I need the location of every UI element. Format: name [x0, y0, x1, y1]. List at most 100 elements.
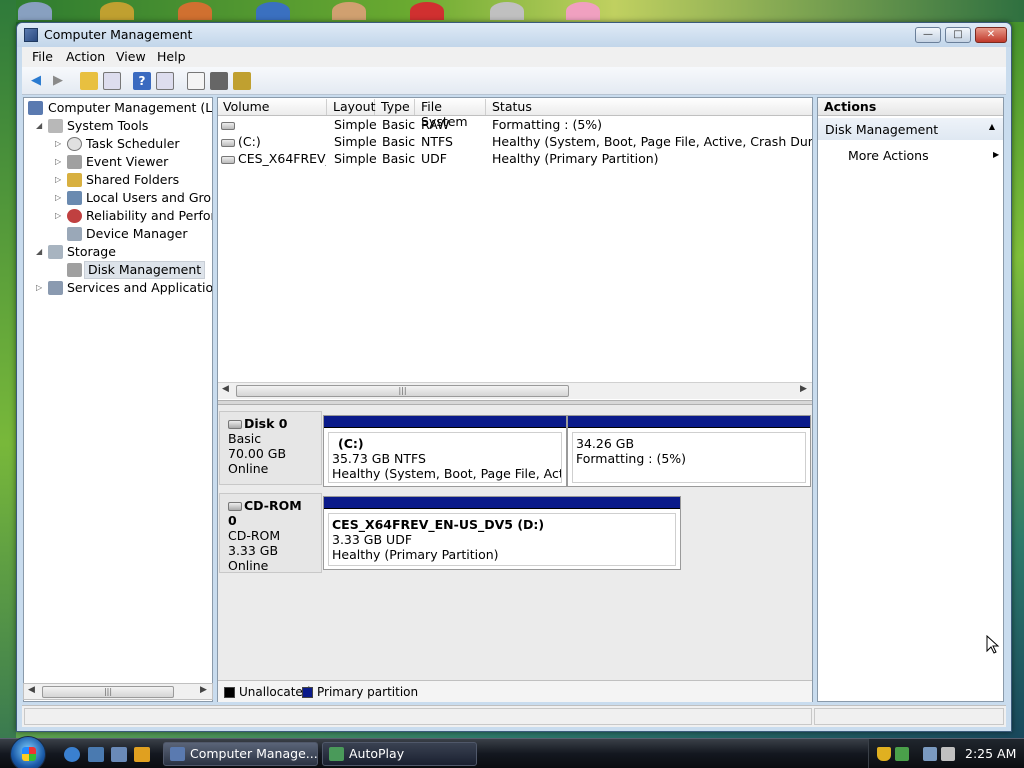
scroll-right-icon[interactable]: ▶ [800, 384, 807, 394]
taskbar-button-autoplay[interactable]: AutoPlay [322, 742, 477, 766]
help-icon[interactable]: ? [133, 72, 151, 90]
primary-partition-bar [324, 497, 680, 509]
computer-management-icon [170, 747, 185, 761]
device-manager-icon [67, 227, 82, 241]
desktop-icon[interactable] [178, 2, 212, 20]
event-viewer-icon [67, 155, 82, 169]
actions-header: Actions [818, 98, 1003, 116]
close-button[interactable]: ✕ [975, 27, 1007, 43]
desktop-icon[interactable] [100, 2, 134, 20]
unallocated-swatch [224, 687, 235, 698]
tree-horizontal-scrollbar[interactable]: ◀ ||| ▶ [23, 683, 213, 700]
expand-icon[interactable]: ▷ [36, 279, 45, 297]
primary-partition-bar [568, 416, 810, 428]
collapse-icon[interactable]: ◢ [36, 117, 45, 135]
network-icon[interactable] [923, 747, 937, 761]
primary-partition-swatch [302, 687, 313, 698]
shared-folders-icon [67, 173, 82, 187]
switch-windows-icon[interactable] [111, 747, 127, 762]
partition-c[interactable]: (C:) 35.73 GB NTFS Healthy (System, Boot… [323, 415, 567, 487]
show-hide-action-pane-icon[interactable] [156, 72, 174, 90]
security-shield-icon[interactable] [877, 747, 891, 761]
desktop-icon[interactable] [18, 2, 52, 20]
storage-icon [48, 245, 63, 259]
desktop-icon[interactable] [410, 2, 444, 20]
forward-icon[interactable]: ▶ [49, 72, 67, 90]
partition-formatting[interactable]: 34.26 GB Formatting : (5%) [567, 415, 811, 487]
expand-icon[interactable]: ▷ [55, 153, 64, 171]
menu-action[interactable]: Action [66, 49, 105, 64]
show-desktop-icon[interactable] [88, 747, 104, 762]
scroll-thumb[interactable]: ||| [42, 686, 174, 698]
collapse-icon[interactable]: ◢ [36, 243, 45, 261]
status-bar [22, 705, 1006, 727]
submenu-arrow-icon: ▶ [993, 150, 1000, 159]
more-actions-link[interactable]: More Actions [848, 148, 929, 163]
computer-management-window: Computer Management — □ ✕ File Action Vi… [16, 22, 1012, 732]
expand-icon[interactable]: ▷ [55, 189, 64, 207]
menu-help[interactable]: Help [157, 49, 186, 64]
system-tools-icon [48, 119, 63, 133]
up-folder-icon[interactable] [80, 72, 98, 90]
internet-explorer-icon[interactable] [64, 747, 80, 762]
back-icon[interactable]: ◀ [27, 72, 45, 90]
desktop-icon[interactable] [256, 2, 290, 20]
start-button[interactable] [10, 736, 46, 768]
export-list-icon[interactable] [233, 72, 251, 90]
volume-row[interactable]: (C:) Simple Basic NTFS Healthy (System, … [218, 134, 812, 151]
scroll-right-icon[interactable]: ▶ [200, 685, 207, 695]
cd-drive-icon [228, 502, 242, 511]
desktop-icon[interactable] [566, 2, 600, 20]
taskbar: Computer Manage... AutoPlay 2:25 AM [0, 736, 1024, 768]
actions-section-disk-management[interactable]: Disk Management ▲ [818, 118, 1003, 140]
actions-pane: Actions Disk Management ▲ More Actions ▶ [817, 97, 1004, 702]
show-hide-tree-icon[interactable] [103, 72, 121, 90]
taskbar-button-computer-management[interactable]: Computer Manage... [163, 742, 318, 766]
drive-icon [221, 121, 235, 130]
volume-muted-icon[interactable] [941, 747, 955, 761]
autoplay-icon [329, 747, 344, 761]
title-bar[interactable]: Computer Management — □ ✕ [17, 23, 1011, 47]
desktop-icon[interactable] [490, 2, 524, 20]
volume-list-header: Volume Layout Type File System Status [218, 98, 812, 129]
column-type[interactable]: Type [376, 99, 415, 115]
column-file-system[interactable]: File System [416, 99, 486, 129]
status-segment [24, 708, 812, 725]
scroll-left-icon[interactable]: ◀ [222, 384, 229, 394]
menu-file[interactable]: File [32, 49, 53, 64]
volume-list-horizontal-scrollbar[interactable]: ◀ ||| ▶ [218, 382, 812, 399]
reliability-icon [67, 209, 82, 223]
scroll-thumb[interactable]: ||| [236, 385, 569, 397]
volume-row[interactable]: Simple Basic RAW Formatting : (5%) [218, 117, 812, 134]
status-segment [814, 708, 1004, 725]
scroll-left-icon[interactable]: ◀ [28, 685, 35, 695]
minimize-button[interactable]: — [915, 27, 941, 43]
partition-d[interactable]: CES_X64FREV_EN-US_DV5 (D:) 3.33 GB UDF H… [323, 496, 681, 570]
disk-management-icon [67, 263, 82, 277]
properties-icon[interactable] [210, 72, 228, 90]
local-users-icon [67, 191, 82, 205]
windows-update-icon[interactable] [895, 747, 909, 761]
cd-drive-icon [221, 155, 235, 164]
desktop-icon[interactable] [332, 2, 366, 20]
column-status[interactable]: Status [487, 99, 812, 115]
collapse-icon[interactable]: ▲ [989, 122, 995, 131]
expand-icon[interactable]: ▷ [55, 207, 64, 225]
disk-icon [228, 420, 242, 429]
volume-row[interactable]: CES_X64FREV_... Simple Basic UDF Healthy… [218, 151, 812, 168]
disk-graphical-view: Disk 0 Basic 70.00 GB Online (C:) 35.73 … [218, 405, 812, 680]
refresh-icon[interactable] [187, 72, 205, 90]
clock[interactable]: 2:25 AM [965, 746, 1016, 761]
window-title: Computer Management [44, 27, 193, 42]
expand-icon[interactable]: ▷ [55, 171, 64, 189]
task-scheduler-icon [67, 137, 82, 151]
media-player-icon[interactable] [134, 747, 150, 762]
column-volume[interactable]: Volume [218, 99, 327, 115]
disk-legend: Unallocated Primary partition [218, 680, 812, 702]
maximize-button[interactable]: □ [945, 27, 971, 43]
disk-0-label[interactable]: Disk 0 Basic 70.00 GB Online [219, 411, 322, 485]
expand-icon[interactable]: ▷ [55, 135, 64, 153]
menu-view[interactable]: View [116, 49, 146, 64]
cdrom-0-label[interactable]: CD-ROM 0 CD-ROM 3.33 GB Online [219, 493, 322, 573]
column-layout[interactable]: Layout [328, 99, 376, 115]
